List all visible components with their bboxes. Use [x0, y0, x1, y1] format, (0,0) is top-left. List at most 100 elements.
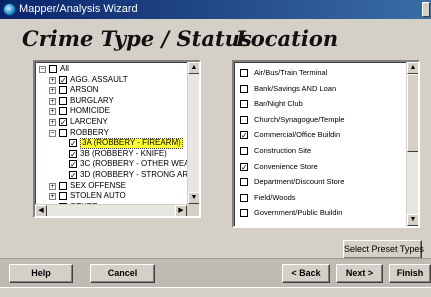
select-preset-types-button[interactable]: Select Preset Types [343, 240, 424, 259]
checkmark-icon: ✓ [60, 75, 67, 85]
plus-box-icon[interactable]: + [49, 76, 56, 84]
location-label: Church/Synagogue/Temple [254, 114, 345, 124]
wizard-footer: Help Cancel < Back Next > Finish [0, 258, 431, 287]
minus-box-icon[interactable]: − [49, 129, 56, 137]
tree-row-label: 3C (ROBBERY - OTHER WEAPON [80, 159, 201, 169]
scroll-up-arrow-icon[interactable]: ▲ [188, 62, 199, 74]
tree-row-label: HOMICIDE [70, 106, 110, 116]
tree-checkbox[interactable] [49, 65, 57, 73]
scroll-right-arrow-icon[interactable]: ▶ [175, 205, 187, 216]
location-label: Government/Public Buildin [254, 208, 343, 218]
location-checkbox[interactable] [240, 193, 248, 202]
tree-checkbox[interactable]: ✓ [69, 149, 77, 159]
tree-checkbox[interactable]: ✓ [59, 75, 67, 85]
tree-row-label: 3B (ROBBERY - KNIFE) [80, 148, 167, 158]
tree-row-label: 3D (ROBBERY - STRONG ARM) [80, 169, 198, 179]
window-title: Mapper/Analysis Wizard [19, 3, 138, 15]
checkmark-icon: ✓ [70, 139, 77, 149]
tree-row-label: ROBBERY [70, 127, 109, 137]
tree-checkbox[interactable]: ✓ [69, 139, 77, 149]
tree-rows: − All + ✓ AGG. ASSAULT + ARSON + BURGLARY + HOMICI… [35, 64, 199, 216]
cancel-button[interactable]: Cancel [90, 264, 155, 283]
tree-row[interactable]: ✓ 3A (ROBBERY - FIREARM) [35, 138, 187, 149]
location-checkbox[interactable] [240, 115, 248, 124]
location-label: Commercial/Office Buildin [254, 130, 341, 140]
next-button[interactable]: Next > [336, 264, 383, 283]
tree-row-label: SEX OFFENSE [70, 180, 127, 190]
location-checkbox[interactable] [240, 209, 248, 218]
crime-type-heading: Crime Type / Status [22, 26, 252, 51]
checkmark-icon: ✓ [241, 131, 248, 141]
tree-checkbox[interactable] [59, 128, 67, 137]
scroll-up-arrow-icon[interactable]: ▲ [407, 62, 418, 74]
tree-vertical-scrollbar[interactable]: ▲ ▼ [187, 62, 199, 204]
location-checkbox[interactable] [240, 147, 248, 155]
location-label: Construction Site [254, 146, 312, 155]
tree-checkbox[interactable] [59, 192, 67, 201]
checkmark-icon: ✓ [70, 170, 77, 180]
location-checkbox[interactable]: ✓ [240, 162, 248, 171]
location-label: Field/Woods [254, 192, 296, 202]
tree-row[interactable]: + HOMICIDE [35, 106, 187, 117]
location-label: Bank/Savings AND Loan [254, 83, 337, 93]
tree-row[interactable]: ✓ 3C (ROBBERY - OTHER WEAPON [35, 159, 199, 170]
minus-box-icon[interactable]: − [39, 66, 46, 73]
location-checkbox[interactable] [240, 178, 248, 187]
location-checkbox[interactable] [240, 69, 248, 77]
scroll-down-arrow-icon[interactable]: ▼ [188, 192, 199, 204]
tree-horizontal-scrollbar[interactable]: ◀ ▶ [35, 204, 187, 216]
location-checkbox[interactable] [240, 100, 248, 109]
tree-row-label: ARSON [70, 85, 99, 95]
finish-button[interactable]: Finish [389, 264, 431, 283]
plus-box-icon[interactable]: + [49, 108, 56, 116]
location-checkbox[interactable]: ✓ [240, 131, 248, 141]
scroll-thumb[interactable] [407, 74, 418, 152]
tree-row-label: 3A (ROBBERY - FIREARM) [80, 138, 183, 149]
tree-checkbox[interactable]: ✓ [69, 160, 77, 170]
location-scrollbar[interactable]: ▲ ▼ [406, 62, 418, 226]
plus-box-icon[interactable]: + [49, 193, 56, 201]
status-strip [0, 287, 431, 297]
checkmark-icon: ✓ [70, 160, 77, 170]
tree-checkbox[interactable] [59, 107, 67, 116]
tree-checkbox[interactable]: ✓ [69, 170, 77, 180]
scroll-left-arrow-icon[interactable]: ◀ [35, 205, 47, 216]
tree-checkbox[interactable] [59, 86, 67, 95]
scrollbar-corner [187, 204, 199, 216]
scroll-down-arrow-icon[interactable]: ▼ [407, 214, 418, 226]
location-heading: Location [236, 26, 339, 51]
back-button[interactable]: < Back [282, 264, 330, 283]
tree-row[interactable]: ✓ 3B (ROBBERY - KNIFE) [35, 149, 187, 160]
tree-row-label: BURGLARY [70, 95, 114, 105]
tree-row[interactable]: + ARSON [35, 85, 187, 96]
plus-box-icon[interactable]: + [49, 87, 56, 95]
location-list[interactable]: Air/Bus/Train Terminal Bank/Savings AND L… [232, 60, 420, 228]
plus-box-icon[interactable]: + [49, 118, 56, 126]
checkmark-icon: ✓ [70, 149, 77, 159]
crime-type-tree[interactable]: − All + ✓ AGG. ASSAULT + ARSON + BURGLARY + HOMICI… [33, 60, 201, 218]
tree-row-label: AGG. ASSAULT [70, 74, 128, 84]
globe-icon [3, 3, 16, 16]
tree-row-label: STOLEN AUTO [70, 191, 126, 201]
window-control-button[interactable] [422, 2, 430, 17]
tree-row[interactable]: − ROBBERY [35, 128, 187, 139]
tree-checkbox[interactable] [59, 181, 67, 190]
tree-row[interactable]: + ✓ AGG. ASSAULT [35, 75, 187, 86]
location-checkbox[interactable] [240, 84, 248, 93]
title-bar: Mapper/Analysis Wizard [0, 0, 431, 19]
plus-box-icon[interactable]: + [49, 182, 56, 190]
tree-row-label: All [60, 64, 69, 73]
tree-checkbox[interactable]: ✓ [59, 117, 67, 127]
help-button[interactable]: Help [9, 264, 73, 283]
tree-row[interactable]: ✓ 3D (ROBBERY - STRONG ARM) [35, 170, 198, 181]
tree-row[interactable]: + STOLEN AUTO [35, 191, 187, 202]
tree-row-label: LARCENY [70, 116, 108, 126]
tree-row[interactable]: + ✓ LARCENY [35, 117, 187, 128]
plus-box-icon[interactable]: + [49, 97, 56, 105]
tree-row[interactable]: + BURGLARY [35, 96, 187, 107]
tree-row[interactable]: − All [35, 64, 187, 75]
checkmark-icon: ✓ [60, 117, 67, 127]
location-label: Convenience Store [254, 161, 318, 171]
tree-checkbox[interactable] [59, 96, 67, 105]
tree-row[interactable]: + SEX OFFENSE [35, 181, 187, 192]
